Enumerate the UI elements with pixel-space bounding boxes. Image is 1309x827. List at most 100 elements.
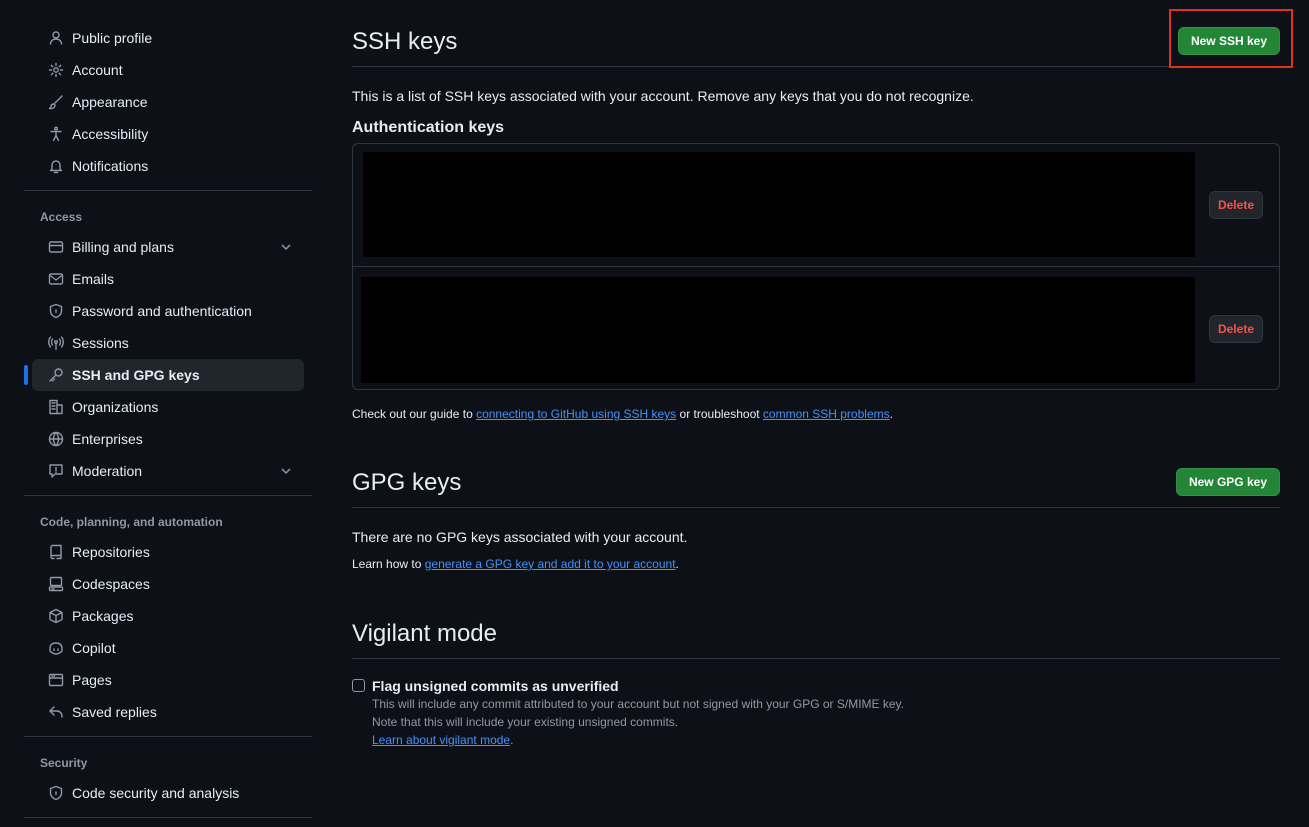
ssh-key-row: Delete [353,144,1279,266]
sidebar-item-label: Code security and analysis [72,785,240,801]
sidebar-group-code: Code, planning, and automation [40,515,223,529]
ssh-description: This is a list of SSH keys associated wi… [352,88,974,104]
sidebar-item-label: Enterprises [72,431,143,447]
gpg-learn-link[interactable]: generate a GPG key and add it to your ac… [425,557,676,571]
person-icon [48,30,64,46]
sidebar-item-label: Pages [72,672,112,688]
guide-prefix: Check out our guide to [352,407,477,421]
gpg-learn-prefix: Learn how to [352,557,425,571]
sidebar-divider [24,736,312,737]
guide-mid: or troubleshoot [676,407,763,421]
flag-unsigned-checkbox[interactable] [352,679,365,692]
new-gpg-key-button[interactable]: New GPG key [1175,468,1280,496]
sidebar-item-accessibility[interactable]: Accessibility [32,118,304,150]
sidebar-item-label: Appearance [72,94,148,110]
codespaces-icon [48,576,64,592]
sidebar-item-account[interactable]: Account [32,54,304,86]
sidebar-item-label: Notifications [72,158,149,174]
sidebar-item-label: Accessibility [72,126,149,142]
guide-suffix: . [889,407,893,421]
sidebar-item-label: Organizations [72,399,159,415]
ssh-section-header: SSH keys New SSH key [352,0,1280,67]
sidebar-item-label: Account [72,62,123,78]
ssh-guide-text: Check out our guide to connecting to Git… [352,407,893,421]
gpg-learn-suffix: . [675,557,679,571]
sidebar-item-sessions[interactable]: Sessions [32,327,304,359]
sidebar-item-packages[interactable]: Packages [32,600,304,632]
sidebar-item-billing[interactable]: Billing and plans [32,231,304,263]
sidebar-item-copilot[interactable]: Copilot [32,632,304,664]
sidebar-item-public-profile[interactable]: Public profile [32,22,304,54]
sidebar-item-label: Emails [72,271,115,287]
sidebar-item-pages[interactable]: Pages [32,664,304,696]
sidebar-item-emails[interactable]: Emails [32,263,304,295]
sidebar-item-appearance[interactable]: Appearance [32,86,304,118]
shield-lock-icon [48,303,64,319]
ssh-troubleshoot-link[interactable]: common SSH problems [763,407,890,421]
sidebar-item-label: Packages [72,608,134,624]
report-icon [48,463,64,479]
sidebar-item-organizations[interactable]: Organizations [32,391,304,423]
vigilant-help: This will include any commit attributed … [372,695,1272,749]
sidebar-item-label: Public profile [72,30,153,46]
sidebar-item-code-security[interactable]: Code security and analysis [32,777,304,809]
gpg-learn-text: Learn how to generate a GPG key and add … [352,557,679,571]
vigilant-learn-suffix: . [510,733,514,747]
ssh-key-row: Delete [353,266,1279,389]
sidebar-item-label: Codespaces [72,576,150,592]
authentication-keys-heading: Authentication keys [352,119,505,136]
paintbrush-icon [48,94,64,110]
reply-icon [48,704,64,720]
sidebar-item-label: Sessions [72,335,129,351]
mail-icon [48,271,64,287]
organization-icon [48,399,64,415]
flag-unsigned-label[interactable]: Flag unsigned commits as unverified [372,678,619,694]
copilot-icon [48,640,64,656]
browser-icon [48,672,64,688]
sidebar-divider [24,190,312,191]
delete-ssh-key-button[interactable]: Delete [1208,315,1263,343]
vigilant-help-line1: This will include any commit attributed … [372,697,905,711]
sidebar-item-codespaces[interactable]: Codespaces [32,568,304,600]
sidebar-item-ssh-gpg-keys[interactable]: SSH and GPG keys [24,359,304,391]
sidebar-item-label: Billing and plans [72,239,174,255]
chevron-down-icon[interactable] [278,463,294,479]
sidebar-item-notifications[interactable]: Notifications [32,150,304,182]
key-icon [48,367,64,383]
ssh-guide-link[interactable]: connecting to GitHub using SSH keys [476,407,676,421]
vigilant-learn-link[interactable]: Learn about vigilant mode [372,733,510,747]
sidebar-item-label: Saved replies [72,704,157,720]
sidebar-divider [24,817,312,818]
sidebar-item-label: Moderation [72,463,143,479]
sidebar-item-label: Password and authentication [72,303,252,319]
accessibility-icon [48,126,64,142]
vigilant-section-header: Vigilant mode [352,592,1280,659]
sidebar-group-security: Security [40,756,88,770]
gpg-keys-title: GPG keys [352,469,462,496]
redacted-key-details [361,277,1195,383]
shield-lock-icon [48,785,64,801]
package-icon [48,608,64,624]
sidebar-item-label: Copilot [72,640,116,656]
repo-icon [48,544,64,560]
vigilant-mode-title: Vigilant mode [352,620,497,647]
ssh-keys-list: Delete Delete [352,143,1280,390]
sidebar-item-moderation[interactable]: Moderation [32,455,304,487]
sidebar-group-access: Access [40,210,83,224]
ssh-keys-title: SSH keys [352,28,458,55]
sidebar-divider [24,495,312,496]
sidebar-item-enterprises[interactable]: Enterprises [32,423,304,455]
gpg-section-header: GPG keys New GPG key [352,441,1280,508]
gear-icon [48,62,64,78]
delete-ssh-key-button[interactable]: Delete [1208,191,1263,219]
broadcast-icon [48,335,64,351]
highlight-annotation-box [1169,9,1293,68]
sidebar-item-repositories[interactable]: Repositories [32,536,304,568]
chevron-down-icon[interactable] [278,239,294,255]
sidebar-item-label: Repositories [72,544,150,560]
gpg-empty-text: There are no GPG keys associated with yo… [352,529,688,545]
sidebar-item-saved-replies[interactable]: Saved replies [32,696,304,728]
redacted-key-details [363,152,1195,257]
sidebar-item-password[interactable]: Password and authentication [32,295,304,327]
globe-icon [48,431,64,447]
